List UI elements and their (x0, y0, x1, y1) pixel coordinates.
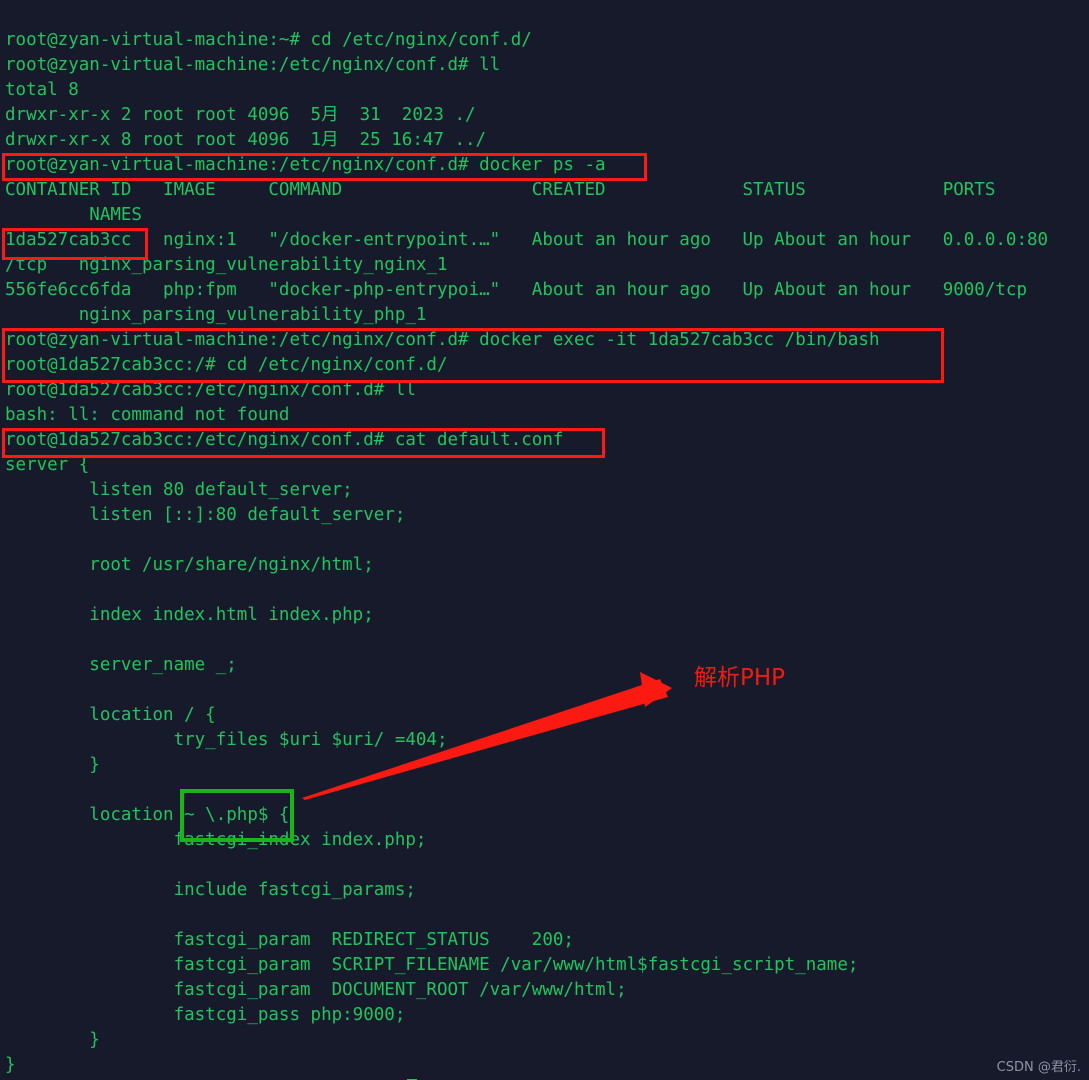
terminal-line: /tcp nginx_parsing_vulnerability_nginx_1 (5, 255, 448, 275)
terminal-line: root /usr/share/nginx/html; (5, 555, 374, 575)
terminal-output[interactable]: root@zyan-virtual-machine:~# cd /etc/ngi… (0, 0, 1089, 1080)
terminal-line: root@zyan-virtual-machine:~# cd /etc/ngi… (5, 30, 532, 50)
terminal-line: } (5, 755, 100, 775)
terminal-line: 556fe6cc6fda php:fpm "docker-php-entrypo… (5, 280, 1027, 300)
terminal-line: listen [::]:80 default_server; (5, 505, 406, 525)
terminal-line: } (5, 1055, 16, 1075)
terminal-screen: root@zyan-virtual-machine:~# cd /etc/ngi… (0, 0, 1089, 1080)
terminal-line: server_name _; (5, 655, 237, 675)
terminal-line: root@1da527cab3cc:/etc/nginx/conf.d# ll (5, 380, 416, 400)
terminal-line: drwxr-xr-x 8 root root 4096 1月 25 16:47 … (5, 130, 487, 150)
terminal-line: root@zyan-virtual-machine:/etc/nginx/con… (5, 155, 606, 175)
terminal-line: fastcgi_param REDIRECT_STATUS 200; (5, 930, 574, 950)
terminal-line: } (5, 1030, 100, 1050)
terminal-line: index index.html index.php; (5, 605, 374, 625)
terminal-line: fastcgi_param SCRIPT_FILENAME /var/www/h… (5, 955, 859, 975)
terminal-line: try_files $uri $uri/ =404; (5, 730, 448, 750)
csdn-watermark: CSDN @君衍. (996, 1060, 1081, 1075)
terminal-line: root@1da527cab3cc:/# cd /etc/nginx/conf.… (5, 355, 448, 375)
terminal-line: CONTAINER ID IMAGE COMMAND CREATED STATU… (5, 180, 996, 200)
terminal-line: bash: ll: command not found (5, 405, 290, 425)
annotation-note-parse-php: 解析PHP (694, 665, 786, 691)
terminal-line: include fastcgi_params; (5, 880, 416, 900)
terminal-line: fastcgi_index index.php; (5, 830, 427, 850)
terminal-line: listen 80 default_server; (5, 480, 353, 500)
terminal-line: drwxr-xr-x 2 root root 4096 5月 31 2023 .… (5, 105, 476, 125)
terminal-line: 1da527cab3cc nginx:1 "/docker-entrypoint… (5, 230, 1049, 250)
terminal-line: root@1da527cab3cc:/etc/nginx/conf.d# cat… (5, 430, 564, 450)
terminal-line: nginx_parsing_vulnerability_php_1 (5, 305, 427, 325)
terminal-line: location / { (5, 705, 216, 725)
terminal-line: location ~ \.php$ { (5, 805, 290, 825)
terminal-line: fastcgi_param DOCUMENT_ROOT /var/www/htm… (5, 980, 627, 1000)
terminal-line: fastcgi_pass php:9000; (5, 1005, 406, 1025)
terminal-line: root@zyan-virtual-machine:/etc/nginx/con… (5, 330, 880, 350)
terminal-line: server { (5, 455, 90, 475)
terminal-line: root@zyan-virtual-machine:/etc/nginx/con… (5, 55, 501, 75)
terminal-line: NAMES (5, 205, 142, 225)
terminal-line: total 8 (5, 80, 79, 100)
